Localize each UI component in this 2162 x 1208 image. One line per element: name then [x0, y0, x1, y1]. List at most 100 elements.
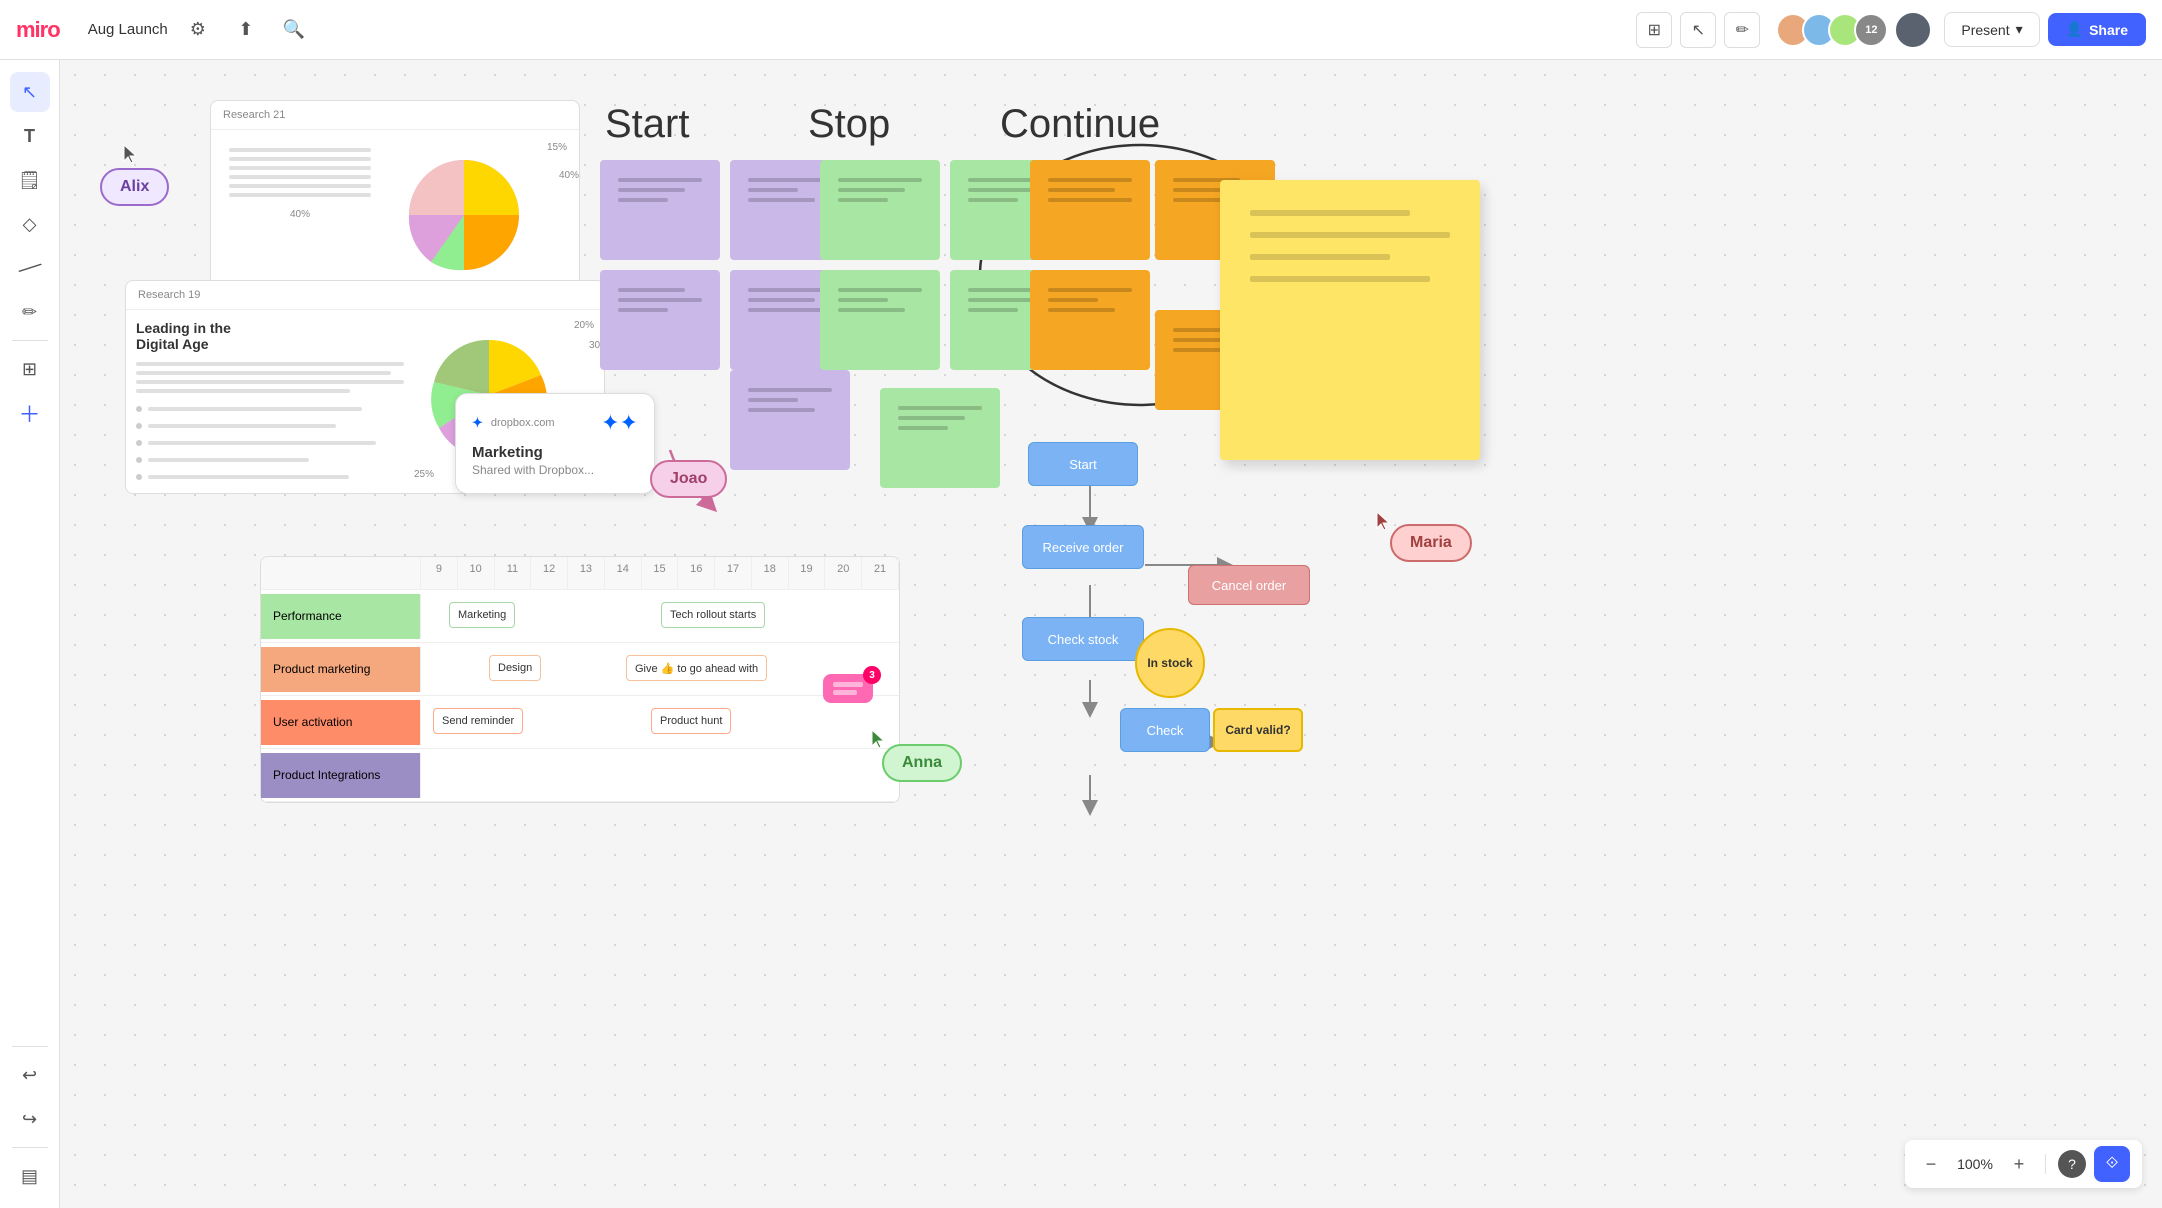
add-tool[interactable]: ＋	[10, 393, 50, 433]
stop-header: Stop	[808, 102, 890, 147]
chart-label-bottom: 40%	[221, 209, 379, 220]
task-send-reminder[interactable]: Send reminder	[433, 708, 523, 734]
undo-button[interactable]: ↩	[10, 1055, 50, 1095]
present-button[interactable]: Present ▾	[1944, 12, 2039, 47]
sticky-cont-3[interactable]	[1030, 270, 1150, 370]
flowchart-card-valid[interactable]: Card valid?	[1213, 708, 1303, 752]
text-tool[interactable]: T	[10, 116, 50, 156]
gantt-row-product-integrations[interactable]: Product Integrations	[261, 749, 899, 802]
help-button[interactable]: ?	[2058, 1150, 2086, 1178]
current-user-avatar	[1894, 11, 1932, 49]
shape-tool[interactable]: ◇	[10, 204, 50, 244]
sticky-start-5[interactable]	[730, 370, 850, 470]
avatar-count: 12	[1854, 13, 1888, 47]
research-card-1-lines: 40%	[221, 140, 379, 290]
sidebar-divider-3	[12, 1147, 48, 1148]
sidebar-divider-1	[12, 340, 48, 341]
board-title[interactable]: Aug Launch	[76, 15, 180, 44]
gantt-content-performance: Marketing Tech rollout starts	[421, 590, 899, 642]
gantt-col-15: 15	[642, 557, 679, 589]
dropbox-logo-icon: ✦	[472, 415, 483, 431]
gantt-label-user-activation: User activation	[261, 700, 421, 745]
pct-label-1: 15%	[547, 142, 567, 153]
select-tool[interactable]: ↖	[10, 72, 50, 112]
gantt-row-performance[interactable]: Performance Marketing Tech rollout start…	[261, 590, 899, 643]
dropbox-subtitle: Shared with Dropbox...	[472, 463, 638, 477]
collaborator-avatars[interactable]: 12	[1776, 11, 1932, 49]
comment-count: 3	[863, 666, 881, 684]
sticky-stop-3[interactable]	[820, 270, 940, 370]
doc-line	[136, 362, 404, 366]
sticky-start-1[interactable]	[600, 160, 720, 260]
gantt-header-row: 9 10 11 12 13 14 15 16 17 18 19 20 21	[261, 557, 899, 590]
zoom-out-button[interactable]: −	[1917, 1150, 1945, 1178]
flowchart-in-stock[interactable]: In stock	[1135, 628, 1205, 698]
gantt-col-12: 12	[531, 557, 568, 589]
gantt-col-13: 13	[568, 557, 605, 589]
search-button[interactable]: 🔍	[276, 12, 312, 48]
line-tool[interactable]: ╱	[1, 240, 58, 297]
flowchart-receive-order[interactable]: Receive order	[1022, 525, 1144, 569]
user-label-joao[interactable]: Joao	[650, 460, 727, 498]
pct-label-2: 40%	[559, 170, 579, 181]
zoom-in-button[interactable]: +	[2005, 1150, 2033, 1178]
grid-view-button[interactable]: ⊞	[1636, 12, 1672, 48]
gantt-col-10: 10	[458, 557, 495, 589]
gantt-row-product-marketing[interactable]: Product marketing Design Give 👍 to go ah…	[261, 643, 899, 696]
gantt-label-performance: Performance	[261, 594, 421, 639]
gantt-chart[interactable]: 9 10 11 12 13 14 15 16 17 18 19 20 21 Pe…	[260, 556, 900, 803]
pen-tool[interactable]: ✏	[10, 292, 50, 332]
flowchart-cancel-order[interactable]: Cancel order	[1188, 565, 1310, 605]
sticky-start-3[interactable]	[600, 270, 720, 370]
miro-logo[interactable]: miro	[16, 17, 60, 43]
panel-toggle-button[interactable]: ▤	[10, 1156, 50, 1196]
marker-tool-button[interactable]: ✏	[1724, 12, 1760, 48]
start-header: Start	[605, 102, 689, 147]
flowchart-check[interactable]: Check	[1120, 708, 1210, 752]
dropbox-card[interactable]: ✦ dropbox.com ✦✦ Marketing Shared with D…	[455, 393, 655, 494]
dropbox-logo: ✦✦	[601, 410, 638, 436]
zoom-level: 100%	[1953, 1156, 1997, 1172]
user-label-anna[interactable]: Anna	[882, 744, 962, 782]
upload-button[interactable]: ⬆	[228, 12, 264, 48]
settings-button[interactable]: ⚙	[180, 12, 216, 48]
sticky-stop-5[interactable]	[880, 388, 1000, 488]
cursor-tool-button[interactable]: ↖	[1680, 12, 1716, 48]
canvas[interactable]: Alix Research 21 40%	[60, 60, 2162, 1208]
gantt-row-user-activation[interactable]: User activation Send reminder Product hu…	[261, 696, 899, 749]
header: miro Aug Launch ⚙ ⬆ 🔍 ⊞ ↖ ✏ 12 Present ▾…	[0, 0, 2162, 60]
flowchart-check-stock[interactable]: Check stock	[1022, 617, 1144, 661]
task-marketing[interactable]: Marketing	[449, 602, 515, 628]
comment-bubble[interactable]: 3	[823, 674, 873, 703]
sticky-note-tool[interactable]: 🗒	[10, 160, 50, 200]
gantt-label-product-integrations: Product Integrations	[261, 753, 421, 798]
r-line	[229, 184, 371, 188]
sticky-cont-1[interactable]	[1030, 160, 1150, 260]
magic-button[interactable]: ⟐	[2094, 1146, 2130, 1182]
gantt-col-17: 17	[715, 557, 752, 589]
redo-button[interactable]: ↪	[10, 1099, 50, 1139]
bullet-5	[136, 474, 404, 480]
gantt-content-product-integrations	[421, 749, 899, 801]
task-tech-rollout[interactable]: Tech rollout starts	[661, 602, 765, 628]
flowchart-start[interactable]: Start	[1028, 442, 1138, 486]
user-label-alix[interactable]: Alix	[100, 168, 169, 206]
task-give-go-ahead[interactable]: Give 👍 to go ahead with	[626, 655, 767, 681]
zoom-controls: − 100% + ? ⟐	[1905, 1140, 2142, 1188]
gantt-col-9: 9	[421, 557, 458, 589]
research-card-1[interactable]: Research 21 40%	[210, 100, 580, 301]
frame-tool[interactable]: ⊞	[10, 349, 50, 389]
r-line	[229, 175, 371, 179]
gantt-col-19: 19	[789, 557, 826, 589]
sticky-stop-1[interactable]	[820, 160, 940, 260]
user-label-maria[interactable]: Maria	[1390, 524, 1472, 562]
share-button[interactable]: 👤 Share	[2048, 13, 2146, 46]
doc-line	[136, 371, 391, 375]
gantt-content-user-activation: Send reminder Product hunt	[421, 696, 899, 748]
task-product-hunt[interactable]: Product hunt	[651, 708, 731, 734]
cursor-maria	[1373, 510, 1393, 539]
sticky-large-yellow[interactable]	[1220, 180, 1480, 460]
gantt-col-21: 21	[862, 557, 899, 589]
task-design[interactable]: Design	[489, 655, 541, 681]
doc-bullets	[136, 403, 404, 483]
